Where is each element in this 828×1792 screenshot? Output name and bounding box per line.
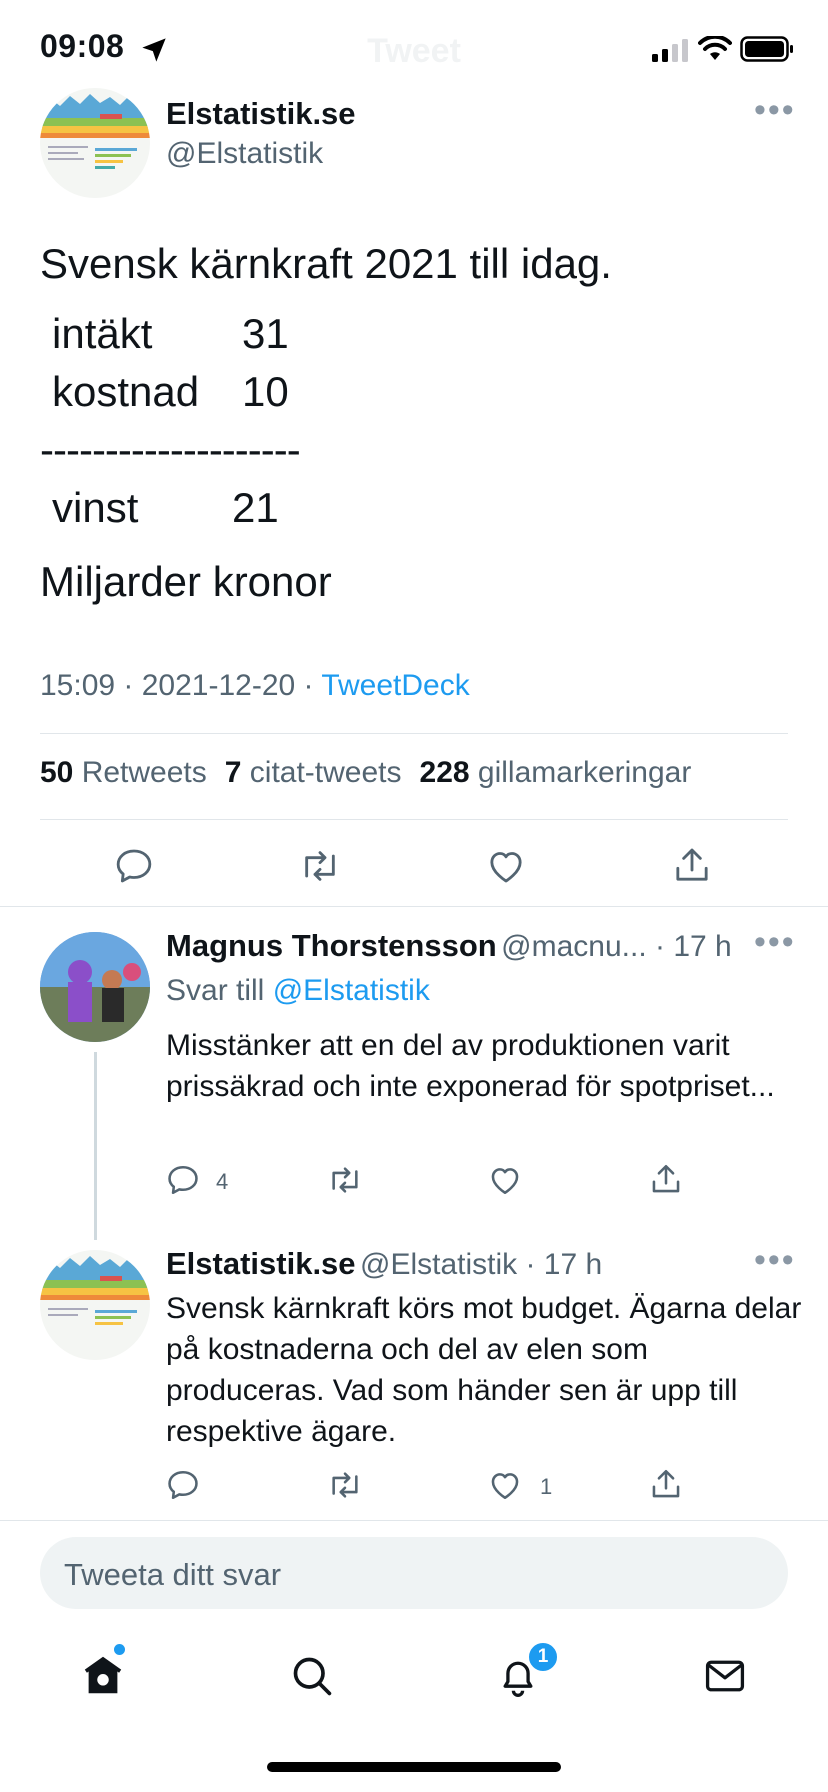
- tweet-timestamp: 15:09 · 2021-12-20 ·: [40, 669, 322, 702]
- row-value: 31: [242, 310, 289, 357]
- reply-avatar[interactable]: [40, 932, 150, 1042]
- tweet-source-link[interactable]: TweetDeck: [321, 669, 469, 702]
- row-value: 10: [242, 368, 289, 415]
- share-icon[interactable]: [649, 1466, 683, 1502]
- table-row-total: vinst 21: [40, 479, 612, 537]
- home-icon[interactable]: [80, 1652, 126, 1698]
- more-icon[interactable]: •••: [754, 925, 796, 959]
- author-display-name[interactable]: Elstatistik.se: [166, 96, 356, 132]
- notifications-badge: 1: [526, 1640, 560, 1674]
- home-unread-dot: [114, 1644, 125, 1655]
- thread-line: [94, 1052, 97, 1240]
- reply-avatar[interactable]: [40, 1250, 150, 1360]
- chart-thumbnail-icon: [40, 94, 150, 169]
- reply-handle-time[interactable]: @Elstatistik · 17 h: [360, 1248, 602, 1281]
- divider: [40, 819, 788, 820]
- mail-icon[interactable]: [702, 1654, 748, 1698]
- photo-thumbnail-icon: [40, 932, 150, 1042]
- reply-to: Svar till @Elstatistik: [166, 974, 430, 1007]
- retweet-icon[interactable]: [298, 846, 342, 886]
- more-icon[interactable]: •••: [754, 1243, 796, 1277]
- reply-icon[interactable]: [114, 846, 154, 886]
- table-row: kostnad 10: [40, 363, 612, 421]
- wifi-icon: [698, 36, 732, 60]
- reply-text: Misstänker att en del av produktionen va…: [166, 1029, 775, 1103]
- reply-icon[interactable]: [166, 1468, 200, 1502]
- composer-placeholder: Tweeta ditt svar: [64, 1557, 282, 1592]
- row-value: 21: [232, 484, 279, 531]
- row-label: kostnad: [52, 368, 200, 415]
- tweet-text: Svensk kärnkraft 2021 till idag. intäkt …: [40, 235, 612, 611]
- reply-text: Svensk kärnkraft körs mot budget. Ägarna…: [166, 1292, 802, 1448]
- divider: [0, 906, 828, 907]
- battery-icon: [740, 36, 793, 62]
- reply-header: Magnus Thorstensson @macnu... · 17 h: [166, 928, 732, 964]
- divider: [0, 1520, 828, 1521]
- status-time: 09:08: [40, 28, 125, 64]
- share-icon[interactable]: [672, 844, 712, 886]
- quotes-stat[interactable]: 7 citat-tweets: [225, 756, 402, 790]
- reply-display-name[interactable]: Magnus Thorstensson: [166, 928, 497, 963]
- reply-count: 4: [216, 1169, 229, 1194]
- tweet-stats: 50 Retweets 7 citat-tweets 228 gillamark…: [40, 756, 691, 790]
- like-icon[interactable]: [486, 846, 526, 886]
- like-icon[interactable]: [488, 1163, 522, 1197]
- reply-composer[interactable]: Tweeta ditt svar: [40, 1537, 788, 1609]
- more-icon[interactable]: •••: [754, 93, 796, 127]
- home-indicator[interactable]: [267, 1762, 561, 1772]
- location-arrow-icon: [142, 38, 166, 62]
- divider: [40, 733, 788, 734]
- retweet-icon[interactable]: [326, 1163, 364, 1197]
- reply-handle-time[interactable]: @macnu... · 17 h: [501, 930, 732, 963]
- signal-icon: [652, 39, 688, 62]
- share-icon[interactable]: [649, 1161, 683, 1197]
- author-avatar[interactable]: [40, 88, 150, 198]
- like-count: 1: [540, 1474, 553, 1499]
- row-label: vinst: [52, 484, 139, 531]
- tweet-line-title: Svensk kärnkraft 2021 till idag.: [40, 240, 612, 287]
- likes-stat[interactable]: 228 gillamarkeringar: [420, 756, 692, 790]
- table-row: intäkt 31: [40, 305, 612, 363]
- reply-display-name[interactable]: Elstatistik.se: [166, 1246, 356, 1281]
- row-label: intäkt: [52, 310, 153, 357]
- reply-to-handle[interactable]: @Elstatistik: [273, 974, 430, 1007]
- chart-thumbnail-icon: [40, 1256, 150, 1325]
- tweet-meta: 15:09 · 2021-12-20 · TweetDeck: [40, 669, 470, 703]
- author-handle[interactable]: @Elstatistik: [166, 137, 323, 171]
- unit-line: Miljarder kronor: [40, 558, 332, 605]
- retweets-stat[interactable]: 50 Retweets: [40, 756, 207, 790]
- like-icon[interactable]: [488, 1468, 522, 1502]
- reply-icon[interactable]: [166, 1163, 200, 1197]
- reply-header: Elstatistik.se @Elstatistik · 17 h: [166, 1246, 602, 1282]
- search-icon[interactable]: [290, 1654, 334, 1698]
- separator-line: --------------------: [40, 426, 301, 473]
- retweet-icon[interactable]: [326, 1468, 364, 1502]
